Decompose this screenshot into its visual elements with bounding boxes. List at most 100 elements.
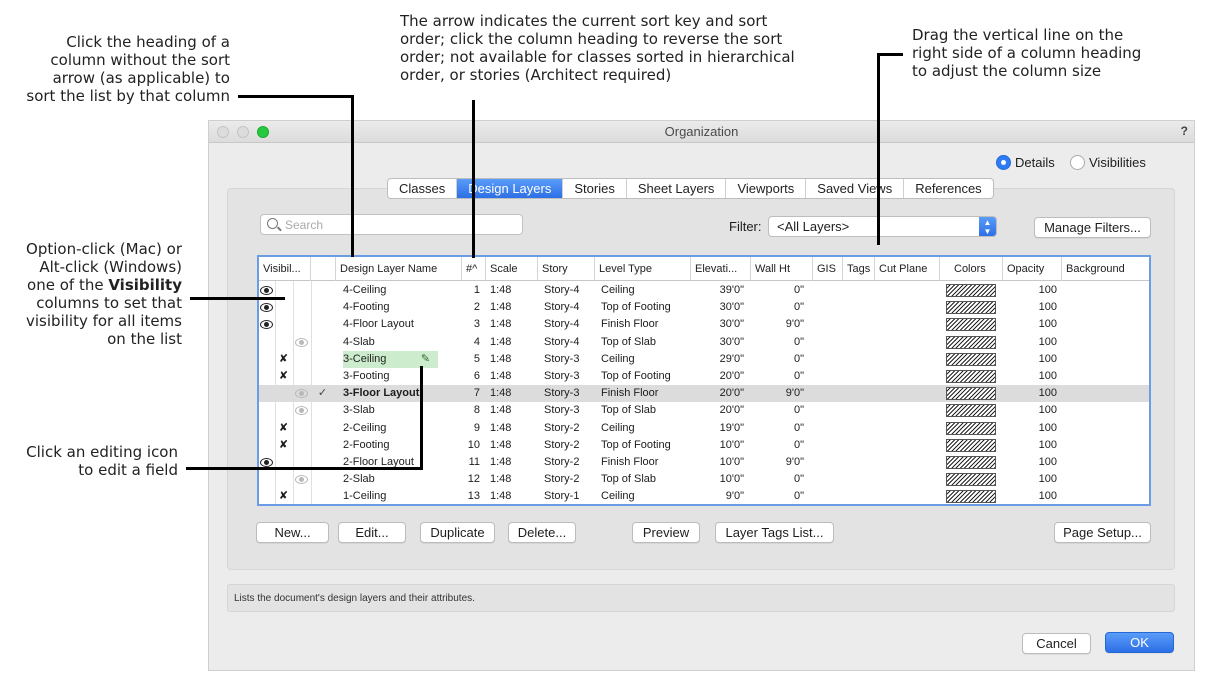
colors-swatch[interactable]: [946, 421, 996, 435]
layer-name-cell[interactable]: 1-Ceiling: [343, 488, 453, 504]
column-header-design-layer-name[interactable]: Design Layer Name: [336, 257, 462, 281]
duplicate-button[interactable]: Duplicate: [420, 522, 495, 543]
tab-saved-views[interactable]: Saved Views: [806, 179, 905, 198]
layer-name-cell[interactable]: 3-Slab: [343, 402, 453, 419]
invisible-x-icon[interactable]: ✘: [277, 370, 290, 383]
colors-swatch[interactable]: [946, 352, 996, 366]
colors-swatch[interactable]: [946, 490, 996, 504]
tab-viewports[interactable]: Viewports: [726, 179, 807, 198]
search-input[interactable]: Search: [260, 214, 523, 235]
help-icon[interactable]: ?: [1181, 124, 1188, 138]
visible-eye-icon[interactable]: [260, 458, 273, 467]
layer-name-cell[interactable]: 3-Footing: [343, 368, 453, 385]
table-row[interactable]: ✘ 2-Ceiling 9 1:48 Story-2 Ceiling 19'0" 0" 100: [259, 420, 1149, 437]
table-row[interactable]: 4-Slab 4 1:48 Story-4 Top of Slab 30'0" 0" 100: [259, 334, 1149, 351]
colors-swatch[interactable]: [946, 335, 996, 349]
manage-filters-button[interactable]: Manage Filters...: [1034, 217, 1151, 238]
colors-swatch[interactable]: [946, 387, 996, 401]
layer-name-cell[interactable]: 4-Ceiling: [343, 282, 453, 299]
scale-cell: 1:48: [490, 387, 512, 400]
column-header-opacity[interactable]: Opacity: [1003, 257, 1062, 281]
layer-number-cell: 12: [467, 473, 480, 486]
colors-swatch[interactable]: [946, 284, 996, 297]
column-header-wall-height[interactable]: Wall Ht: [751, 257, 813, 281]
table-row[interactable]: ✘ 3-Footing 6 1:48 Story-3 Top of Footing 20'0…: [259, 368, 1149, 385]
table-row[interactable]: 2-Slab 12 1:48 Story-2 Top of Slab 10'0" 0" 100: [259, 471, 1149, 488]
wall-height-cell: 0": [793, 284, 804, 296]
active-layer-check-icon[interactable]: ✓: [316, 387, 329, 400]
table-row[interactable]: ✘ 3-Ceiling 5 1:48 Story-3 Ceiling 29'0" 0" 100 ✎: [259, 350, 1149, 368]
scale-cell: 1:48: [490, 490, 512, 503]
column-header-level-type[interactable]: Level Type: [595, 257, 691, 281]
column-header-colors[interactable]: Colors: [940, 257, 1003, 281]
grayed-eye-icon[interactable]: [295, 389, 308, 399]
radio-on-icon: [996, 155, 1011, 170]
layer-name-cell[interactable]: 4-Slab: [343, 334, 453, 351]
colors-swatch[interactable]: [946, 473, 996, 487]
delete-button[interactable]: Delete...: [508, 522, 576, 543]
tab-stories[interactable]: Stories: [563, 179, 627, 198]
colors-swatch[interactable]: [946, 370, 996, 383]
wall-height-cell: 0": [793, 473, 804, 486]
opacity-cell: 100: [1038, 318, 1057, 331]
ok-button[interactable]: OK: [1105, 632, 1174, 653]
visible-eye-icon[interactable]: [260, 303, 273, 313]
column-header-cut-plane[interactable]: Cut Plane: [875, 257, 940, 281]
colors-swatch[interactable]: [946, 404, 996, 418]
colors-swatch[interactable]: [946, 301, 996, 315]
story-cell: Story-4: [544, 335, 580, 348]
visibilities-radio[interactable]: Visibilities: [1070, 155, 1146, 170]
tab-references[interactable]: References: [904, 179, 992, 198]
leader-line: [877, 53, 903, 56]
layer-name-cell[interactable]: 2-Footing: [343, 437, 453, 454]
layer-name-cell[interactable]: 4-Footing: [343, 299, 453, 316]
table-row[interactable]: ✘ 1-Ceiling 13 1:48 Story-1 Ceiling 9'0" 0" 100: [259, 488, 1149, 504]
cancel-button[interactable]: Cancel: [1022, 633, 1091, 654]
table-row[interactable]: 3-Slab 8 1:48 Story-3 Top of Slab 20'0" 0" 100: [259, 402, 1149, 419]
invisible-x-icon[interactable]: ✘: [277, 439, 290, 452]
invisible-x-icon[interactable]: ✘: [277, 422, 290, 435]
visible-eye-icon[interactable]: [260, 286, 273, 295]
callout-line: order, or stories (Architect required): [400, 66, 672, 84]
window-title: Organization: [664, 124, 739, 139]
details-radio[interactable]: Details: [996, 155, 1055, 170]
tab-sheet-layers[interactable]: Sheet Layers: [627, 179, 727, 198]
edit-button[interactable]: Edit...: [338, 522, 406, 543]
page-setup-button[interactable]: Page Setup...: [1054, 522, 1151, 543]
invisible-x-icon[interactable]: ✘: [277, 490, 290, 503]
grayed-eye-icon[interactable]: [295, 475, 308, 485]
callout-editing: Click an editing icon to edit a field: [2, 443, 178, 479]
grayed-eye-icon[interactable]: [295, 406, 308, 416]
column-header-tags[interactable]: Tags: [843, 257, 875, 281]
column-header-scale[interactable]: Scale: [486, 257, 538, 281]
layer-name-cell[interactable]: 2-Slab: [343, 471, 453, 488]
column-header-number[interactable]: #^: [462, 257, 486, 281]
edit-pencil-icon[interactable]: ✎: [419, 353, 432, 366]
colors-swatch[interactable]: [946, 438, 996, 452]
table-row[interactable]: ✓ 3-Floor Layout 7 1:48 Story-3 Finish Floor 2…: [259, 385, 1149, 403]
layer-name-cell[interactable]: 4-Floor Layout: [343, 316, 453, 333]
column-header-visibility[interactable]: Visibil...: [259, 257, 311, 281]
table-row[interactable]: ✘ 2-Footing 10 1:48 Story-2 Top of Footing 10'…: [259, 437, 1149, 454]
column-header-gis[interactable]: GIS: [813, 257, 843, 281]
invisible-x-icon[interactable]: ✘: [277, 353, 290, 366]
column-header-story[interactable]: Story: [538, 257, 595, 281]
tab-classes[interactable]: Classes: [388, 179, 458, 198]
table-row[interactable]: 4-Ceiling 1 1:48 Story-4 Ceiling 39'0" 0" 100: [259, 282, 1149, 299]
grayed-eye-icon[interactable]: [295, 337, 308, 347]
colors-swatch[interactable]: [946, 456, 996, 469]
layer-tags-list-button[interactable]: Layer Tags List...: [715, 522, 834, 543]
preview-button[interactable]: Preview: [632, 522, 700, 543]
filter-select[interactable]: <All Layers> ▲ ▼: [768, 216, 997, 237]
visible-eye-icon[interactable]: [260, 320, 273, 330]
column-header-blank[interactable]: [311, 257, 336, 281]
table-row[interactable]: 4-Floor Layout 3 1:48 Story-4 Finish Floor 30…: [259, 316, 1149, 333]
colors-swatch[interactable]: [946, 318, 996, 332]
elevation-cell: 29'0": [719, 352, 744, 365]
column-header-background[interactable]: Background: [1062, 257, 1149, 281]
layer-name-cell[interactable]: 3-Floor Layout: [343, 385, 453, 402]
new-button[interactable]: New...: [256, 522, 329, 543]
layer-name-cell[interactable]: 2-Ceiling: [343, 420, 453, 437]
column-header-elevation[interactable]: Elevati...: [691, 257, 751, 281]
table-row[interactable]: 4-Footing 2 1:48 Story-4 Top of Footing 30'0"…: [259, 299, 1149, 316]
